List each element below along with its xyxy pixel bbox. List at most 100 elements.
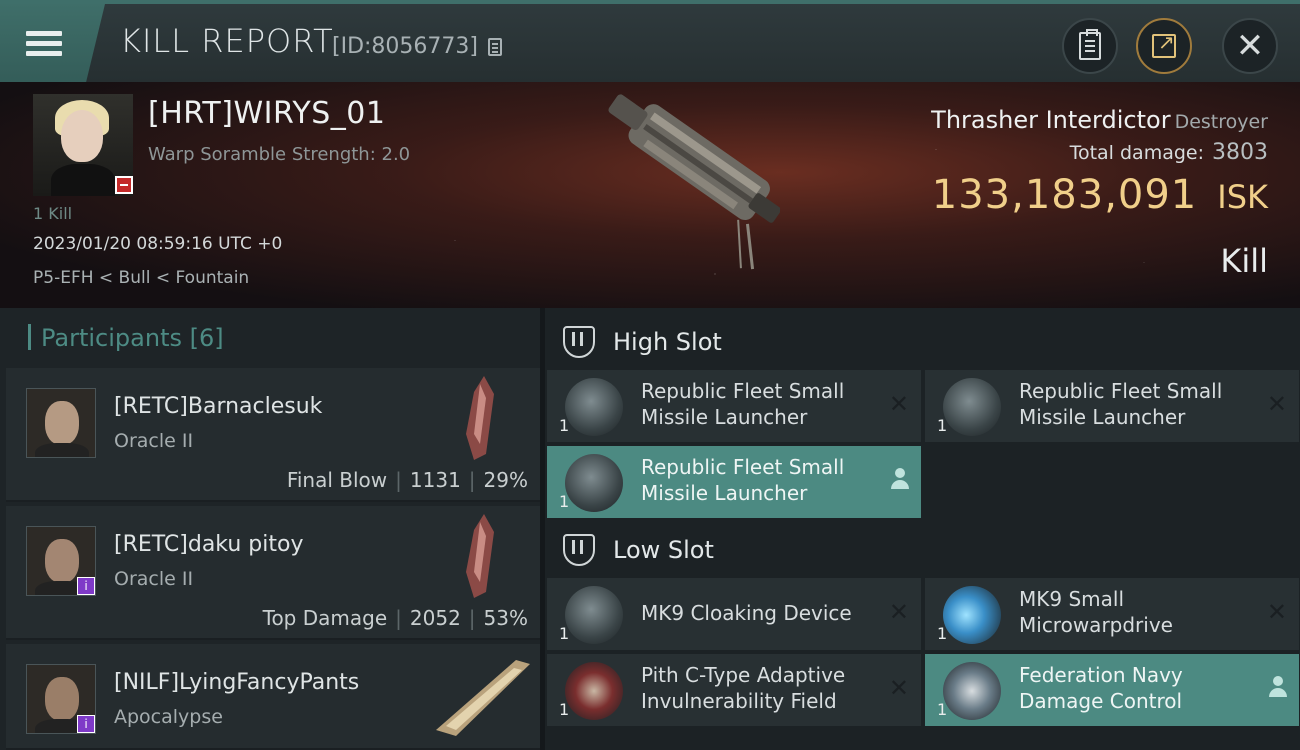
participant-ship-icon (466, 376, 494, 460)
kill-count: 1 Kill (33, 204, 72, 223)
participant-ship: Apocalypse (114, 706, 223, 728)
participants-title: Participants (41, 324, 182, 352)
module-quantity: 1 (937, 624, 948, 643)
missile-launcher-icon (565, 378, 623, 436)
module-item[interactable]: 1 Republic Fleet Small Missile Launcher (547, 446, 921, 518)
participant-percent: 53% (483, 606, 528, 630)
participant-row[interactable]: i [NILF]LyingFancyPants Apocalypse (6, 644, 540, 750)
module-name: Republic Fleet Small Missile Launcher (1019, 379, 1223, 429)
dropped-person-icon (1269, 676, 1287, 698)
module-quantity: 1 (937, 416, 948, 435)
low-slot-header: Low Slot (545, 520, 1300, 580)
microwarpdrive-icon (943, 586, 1001, 644)
participant-name: [RETC]Barnaclesuk (114, 394, 323, 419)
module-quantity: 1 (937, 700, 948, 719)
participant-ship-icon (466, 514, 494, 598)
clipboard-button[interactable] (1062, 18, 1118, 74)
menu-button[interactable] (0, 4, 105, 82)
ship-class: Destroyer (1174, 111, 1268, 133)
alliance-badge-icon: i (77, 577, 95, 595)
participants-header: Participants [6] (28, 324, 224, 352)
destroyed-x-icon: ✕ (888, 674, 909, 702)
module-name: Republic Fleet Small Missile Launcher (641, 379, 845, 429)
missile-launcher-icon (943, 378, 1001, 436)
module-item[interactable]: 1 Republic Fleet Small Missile Launcher … (925, 370, 1299, 442)
destroyed-x-icon: ✕ (1266, 390, 1287, 418)
missile-launcher-icon (565, 454, 623, 512)
share-icon (1152, 30, 1176, 58)
participant-role: Top Damage (262, 606, 388, 630)
total-damage-value: 3803 (1212, 140, 1268, 165)
shield-icon (565, 662, 623, 720)
module-item[interactable]: 1 Federation Navy Damage Control (925, 654, 1299, 726)
copy-icon[interactable] (488, 38, 502, 56)
close-icon: ✕ (1235, 26, 1265, 66)
participants-panel: Participants [6] [RETC]Barnaclesuk Oracl… (0, 308, 540, 750)
kill-timestamp: 2023/01/20 08:59:16 UTC +0 (33, 234, 283, 254)
participant-row[interactable]: [RETC]Barnaclesuk Oracle II Final Blow | 1… (6, 368, 540, 502)
damage-control-icon (943, 662, 1001, 720)
share-button[interactable] (1136, 18, 1192, 74)
participant-name: [NILF]LyingFancyPants (114, 670, 360, 695)
destroyed-x-icon: ✕ (1266, 598, 1287, 626)
module-name: Pith C-Type Adaptive Invulnerability Fie… (641, 663, 846, 713)
low-slot-icon (563, 534, 595, 566)
participants-count: [6] (189, 324, 224, 352)
fitting-panel: High Slot 1 Republic Fleet Small Missile… (545, 308, 1300, 750)
participant-ship-icon (436, 660, 530, 736)
destroyed-x-icon: ✕ (888, 598, 909, 626)
warp-scramble-strength: Warp Soramble Strength: 2.0 (148, 144, 411, 165)
victim-name[interactable]: [HRT]WIRYS_01 (148, 96, 385, 131)
module-name: Federation Navy Damage Control (1019, 663, 1183, 713)
isk-amount: 133,183,091 (931, 172, 1198, 218)
result-label: Kill (1220, 242, 1268, 280)
participant-percent: 29% (483, 468, 528, 492)
module-quantity: 1 (559, 700, 570, 719)
module-name: MK9 Cloaking Device (641, 601, 852, 625)
dropped-person-icon (891, 468, 909, 490)
module-quantity: 1 (559, 416, 570, 435)
high-slot-header: High Slot (545, 312, 1300, 372)
victim-ship-image[interactable] (540, 82, 780, 308)
participant-role: Final Blow (286, 468, 388, 492)
module-item[interactable]: 1 MK9 Cloaking Device ✕ (547, 578, 921, 650)
module-name: Republic Fleet Small Missile Launcher (641, 455, 845, 505)
kill-banner: [HRT]WIRYS_01 Warp Soramble Strength: 2.… (0, 82, 1300, 308)
ship-type[interactable]: Thrasher Interdictor Destroyer (931, 106, 1268, 134)
page-title: KILL REPORT (120, 22, 334, 60)
module-item[interactable]: 1 Pith C-Type Adaptive Invulnerability F… (547, 654, 921, 726)
ship-name: Thrasher Interdictor (931, 106, 1171, 134)
module-quantity: 1 (559, 492, 570, 511)
participant-row[interactable]: i [RETC]daku pitoy Oracle II Top Damage |… (6, 506, 540, 640)
participant-avatar[interactable]: i (26, 526, 96, 596)
kill-location[interactable]: P5-EFH < Bull < Fountain (33, 268, 249, 288)
alliance-badge-icon: i (77, 715, 95, 733)
isk-unit: ISK (1217, 178, 1268, 216)
participant-avatar[interactable]: i (26, 664, 96, 734)
total-damage-label: Total damage: (1069, 142, 1204, 164)
hamburger-icon (26, 26, 62, 61)
participant-stats: Top Damage | 2052 | 53% (262, 606, 528, 630)
participant-avatar[interactable] (26, 388, 96, 458)
high-slot-icon (563, 326, 595, 358)
top-bar: KILL REPORT [ID:8056773] ✕ (0, 0, 1300, 82)
module-quantity: 1 (559, 624, 570, 643)
kill-count-label: 1 Kill (33, 204, 73, 223)
participant-ship: Oracle II (114, 568, 194, 590)
low-slot-title: Low Slot (613, 536, 714, 564)
destroyed-x-icon: ✕ (888, 390, 909, 418)
isk-value: 133,183,091 ISK (932, 172, 1268, 218)
close-button[interactable]: ✕ (1222, 18, 1278, 74)
module-item[interactable]: 1 MK9 Small Microwarpdrive ✕ (925, 578, 1299, 650)
participant-damage: 1131 (409, 468, 461, 492)
report-id: [ID:8056773] (332, 34, 478, 59)
clipboard-icon (1079, 29, 1101, 60)
high-slot-title: High Slot (613, 328, 722, 356)
total-damage: Total damage: 3803 (1070, 140, 1268, 165)
participant-ship: Oracle II (114, 430, 194, 452)
participant-damage: 2052 (409, 606, 461, 630)
corp-standing-badge (115, 176, 133, 194)
cloaking-device-icon (565, 586, 623, 644)
participant-stats: Final Blow | 1131 | 29% (286, 468, 528, 492)
module-item[interactable]: 1 Republic Fleet Small Missile Launcher … (547, 370, 921, 442)
